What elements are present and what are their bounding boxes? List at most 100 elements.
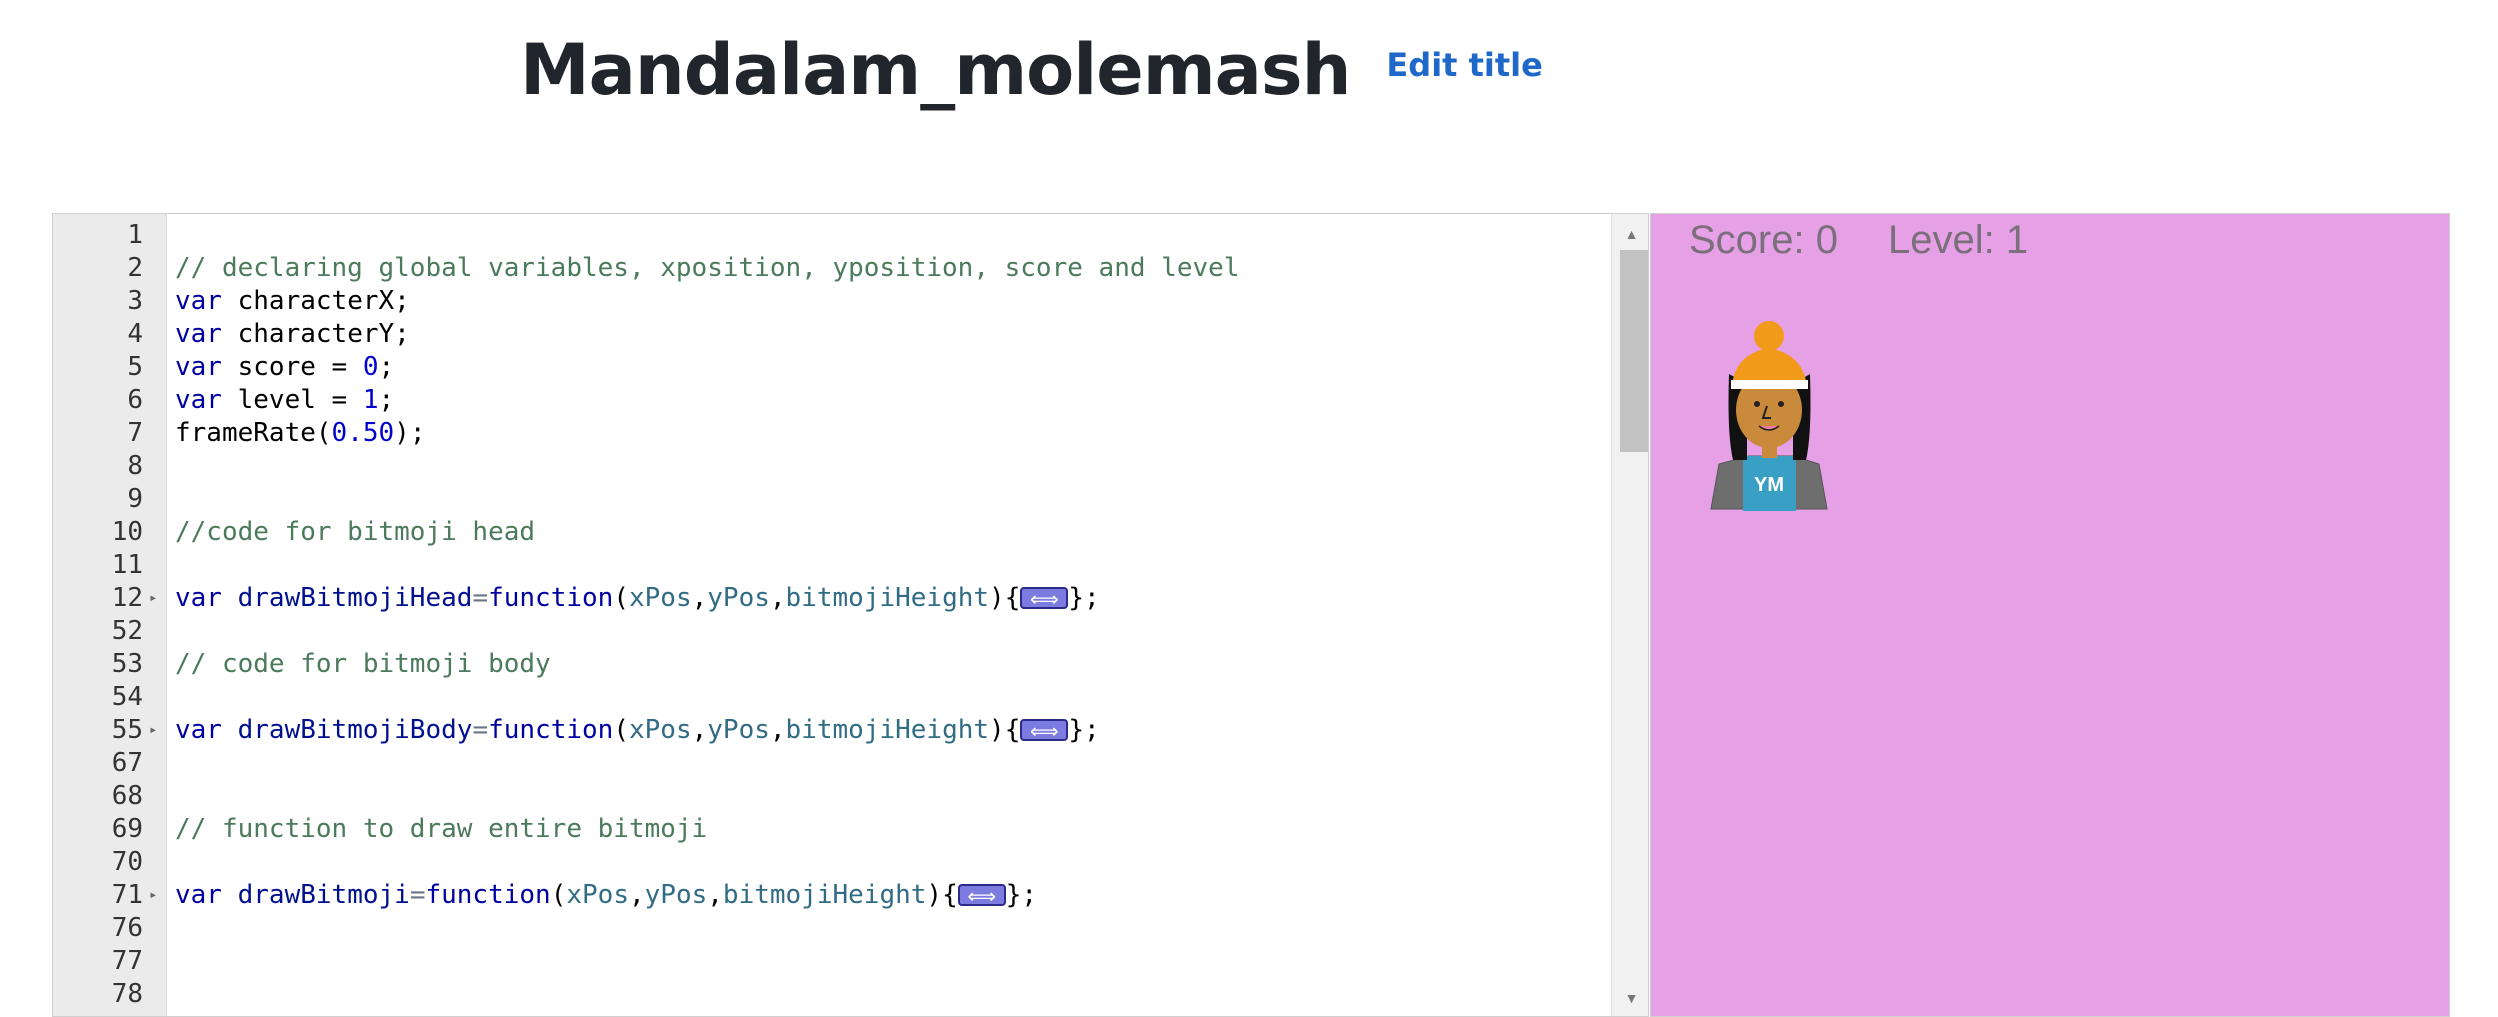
code-text: // code for bitmoji body bbox=[175, 648, 551, 681]
code-text: frameRate(0.50); bbox=[175, 417, 425, 450]
code-line[interactable]: 53 // code for bitmoji body bbox=[53, 648, 1611, 681]
line-number: 69 bbox=[111, 814, 143, 844]
code-token: characterX; bbox=[221, 286, 410, 316]
page-title: Mandalam_molemash bbox=[520, 29, 1351, 111]
code-line[interactable]: 77 bbox=[53, 945, 1611, 978]
code-token: level = bbox=[221, 385, 363, 415]
code-text: var characterX; bbox=[175, 285, 410, 318]
line-number: 53 bbox=[111, 649, 143, 679]
code-line[interactable]: 68 bbox=[53, 780, 1611, 813]
code-text: var drawBitmojiHead=function(xPos,yPos,b… bbox=[175, 582, 1100, 616]
code-line[interactable]: 7 frameRate(0.50); bbox=[53, 417, 1611, 450]
function-param: xPos bbox=[566, 880, 629, 910]
program-canvas[interactable]: Score: 0 Level: 1 YM bbox=[1650, 213, 2450, 1017]
level-text: Level: 1 bbox=[1887, 218, 2029, 262]
code-token: score = bbox=[221, 352, 363, 382]
code-line[interactable]: 9 bbox=[53, 483, 1611, 516]
code-token: ; bbox=[378, 385, 395, 415]
code-line[interactable]: 12 ▸ var drawBitmojiHead=function(xPos,yPo… bbox=[53, 582, 1611, 616]
code-comment: //code for bitmoji head bbox=[175, 517, 536, 547]
editor-scrollbar[interactable]: ▲ ▼ bbox=[1611, 214, 1648, 1016]
code-token: characterY; bbox=[221, 319, 410, 349]
function-param: bitmojiHeight bbox=[785, 715, 990, 745]
code-text: var level = 1; bbox=[175, 384, 394, 417]
shirt-initials: YM bbox=[1754, 474, 1784, 496]
code-text: // function to draw entire bitmoji bbox=[175, 813, 707, 846]
line-number: 54 bbox=[111, 682, 143, 712]
beanie-pompom bbox=[1754, 321, 1784, 351]
function-param: yPos bbox=[644, 880, 708, 910]
scrollbar-thumb[interactable] bbox=[1620, 250, 1648, 452]
code-token: ; bbox=[378, 352, 395, 382]
code-line[interactable]: 76 bbox=[53, 912, 1611, 945]
line-number: 12 bbox=[111, 583, 143, 613]
code-line[interactable]: 2 // declaring global variables, xpositio… bbox=[53, 252, 1611, 285]
function-param: xPos bbox=[628, 583, 692, 613]
code-token: ); bbox=[394, 418, 426, 448]
function-name: drawBitmojiHead bbox=[237, 583, 473, 613]
line-number: 9 bbox=[127, 484, 143, 514]
function-name: drawBitmojiBody bbox=[237, 715, 473, 745]
function-param: bitmojiHeight bbox=[722, 880, 927, 910]
scroll-up-icon[interactable]: ▲ bbox=[1612, 220, 1648, 248]
code-number: 0.50 bbox=[331, 418, 395, 448]
fold-toggle-icon[interactable]: ▸ bbox=[149, 582, 163, 615]
line-number: 70 bbox=[111, 847, 143, 877]
fold-placeholder-icon[interactable] bbox=[957, 880, 1006, 913]
code-text: var characterY; bbox=[175, 318, 410, 351]
score-hud: Score: 0 Level: 1 bbox=[1689, 218, 2028, 263]
line-number: 71 bbox=[111, 880, 143, 910]
code-line[interactable]: 11 bbox=[53, 549, 1611, 582]
fold-placeholder-icon[interactable] bbox=[1020, 583, 1069, 616]
code-line[interactable]: 69 // function to draw entire bitmoji bbox=[53, 813, 1611, 846]
code-line[interactable]: 67 bbox=[53, 747, 1611, 780]
code-comment: // function to draw entire bitmoji bbox=[175, 814, 708, 844]
fold-toggle-icon[interactable]: ▸ bbox=[149, 879, 163, 912]
code-text: // declaring global variables, xposition… bbox=[175, 252, 1239, 285]
code-keyword: function bbox=[425, 880, 551, 910]
code-line[interactable]: 3 var characterX; bbox=[53, 285, 1611, 318]
fold-toggle-icon[interactable]: ▸ bbox=[149, 714, 163, 747]
code-keyword: var bbox=[175, 583, 222, 613]
code-area[interactable]: 1 2// declaring global variables, xpositi… bbox=[53, 214, 1611, 1016]
code-line[interactable]: 8 bbox=[53, 450, 1611, 483]
code-line[interactable]: 5 var score = 0; bbox=[53, 351, 1611, 384]
line-number: 1 bbox=[127, 220, 143, 250]
line-number: 2 bbox=[127, 253, 143, 283]
code-keyword: var bbox=[175, 286, 222, 316]
line-number: 67 bbox=[111, 748, 143, 778]
line-number: 10 bbox=[111, 517, 143, 547]
code-comment: // declaring global variables, xposition… bbox=[175, 253, 1240, 283]
code-token: frameRate( bbox=[175, 418, 332, 448]
code-number: 0 bbox=[362, 352, 379, 382]
code-line[interactable]: 1 bbox=[53, 219, 1611, 252]
scroll-down-icon[interactable]: ▼ bbox=[1612, 984, 1648, 1012]
bitmoji-character[interactable]: YM bbox=[1707, 314, 1832, 524]
code-keyword: var bbox=[175, 352, 222, 382]
line-number: 3 bbox=[127, 286, 143, 316]
left-eye bbox=[1754, 401, 1760, 407]
edit-title-link[interactable]: Edit title bbox=[1386, 46, 1542, 84]
line-number: 6 bbox=[127, 385, 143, 415]
code-line[interactable]: 55 ▸ var drawBitmojiBody=function(xPos,yPo… bbox=[53, 714, 1611, 748]
code-line[interactable]: 78 bbox=[53, 978, 1611, 1011]
code-keyword: var bbox=[175, 880, 222, 910]
code-line[interactable]: 71 ▸ var drawBitmoji=function(xPos,yPos,bi… bbox=[53, 879, 1611, 913]
code-line[interactable]: 10 //code for bitmoji head bbox=[53, 516, 1611, 549]
code-line[interactable]: 6 var level = 1; bbox=[53, 384, 1611, 417]
code-line[interactable]: 52 bbox=[53, 615, 1611, 648]
code-keyword: var bbox=[175, 715, 222, 745]
code-editor[interactable]: 1 2// declaring global variables, xpositi… bbox=[52, 213, 1649, 1017]
code-line[interactable]: 4 var characterY; bbox=[53, 318, 1611, 351]
function-param: yPos bbox=[707, 583, 770, 613]
line-number: 78 bbox=[111, 979, 143, 1009]
line-number: 7 bbox=[127, 418, 143, 448]
fold-placeholder-icon[interactable] bbox=[1020, 715, 1069, 748]
code-comment: // code for bitmoji body bbox=[175, 649, 551, 679]
code-text: var drawBitmojiBody=function(xPos,yPos,b… bbox=[175, 714, 1100, 748]
code-number: 1 bbox=[362, 385, 379, 415]
code-text: //code for bitmoji head bbox=[175, 516, 535, 549]
code-line[interactable]: 70 bbox=[53, 846, 1611, 879]
code-line[interactable]: 54 bbox=[53, 681, 1611, 714]
line-number: 11 bbox=[111, 550, 143, 580]
